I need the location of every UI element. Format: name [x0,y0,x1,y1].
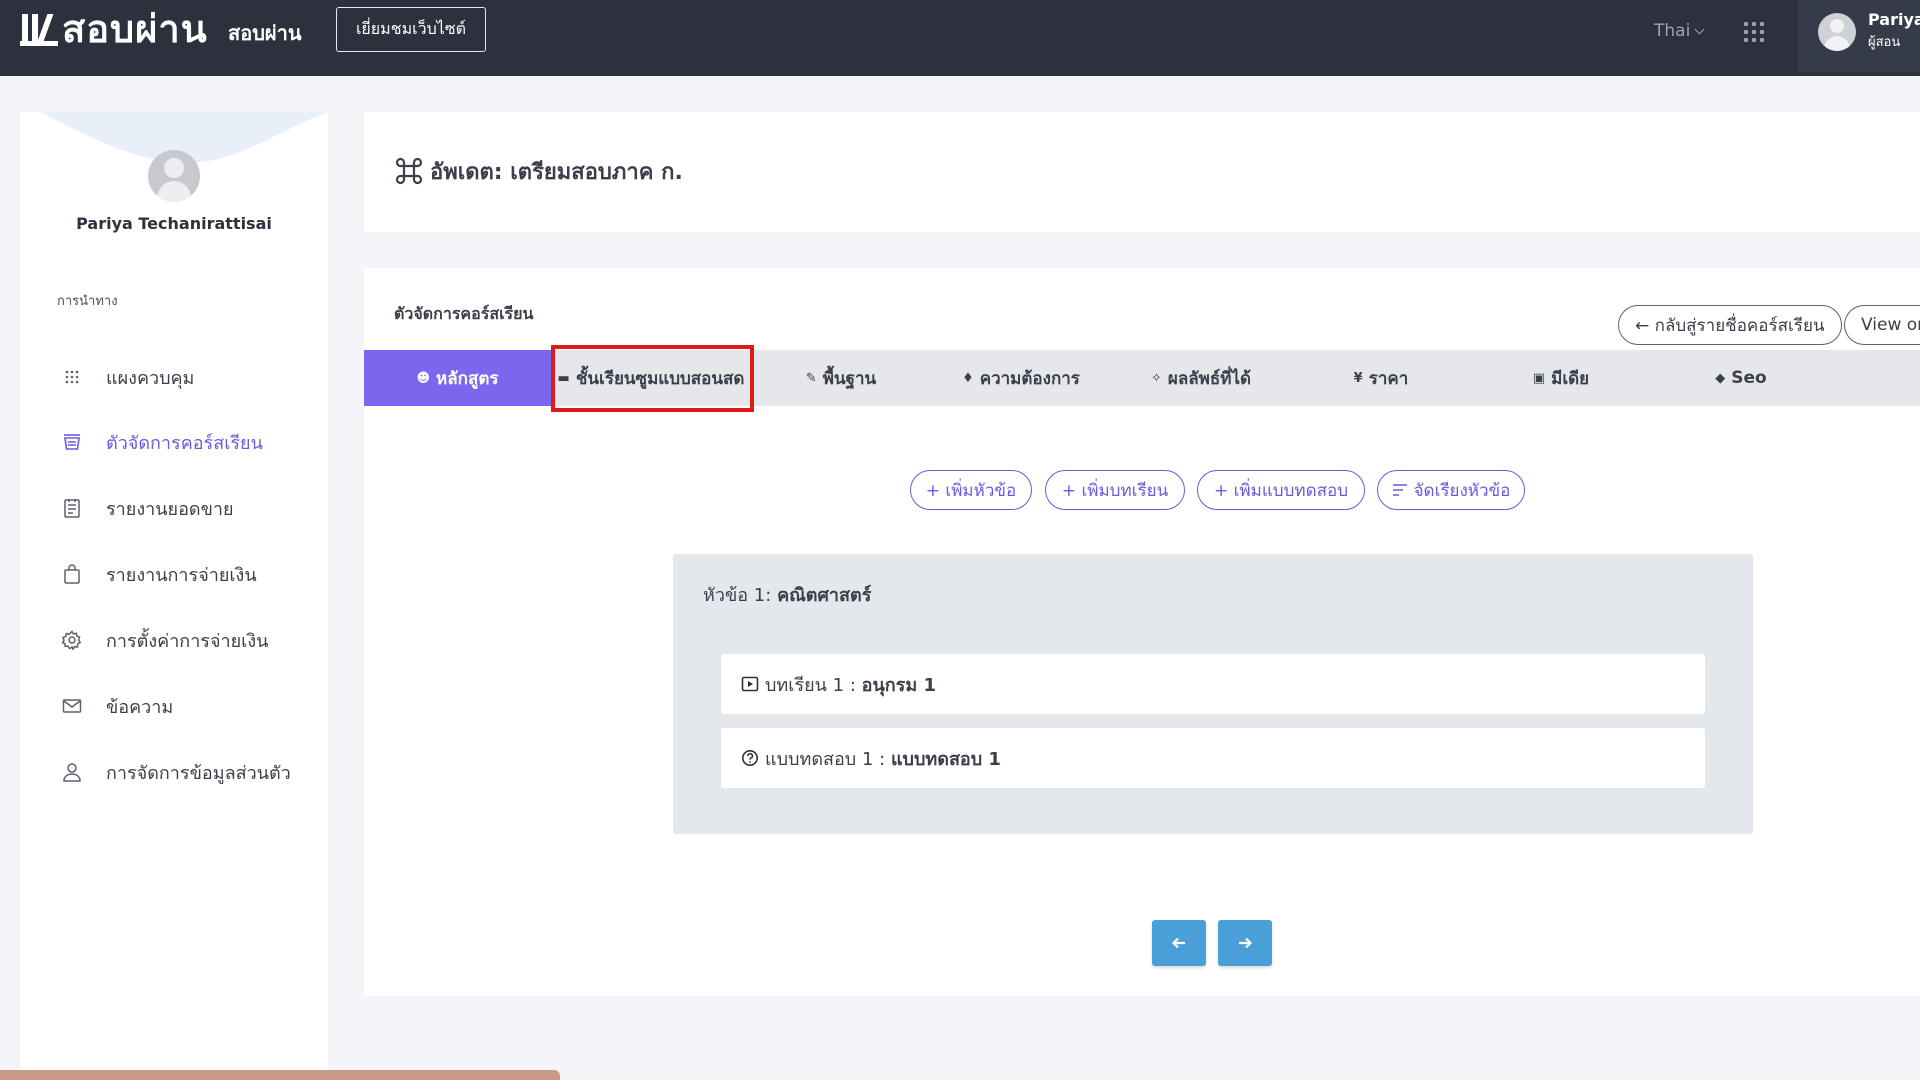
sidebar-item-label: ข้อความ [106,696,174,718]
tab-media[interactable]: ▣ มีเดีย [1471,350,1651,406]
sidebar-item-messages[interactable]: ข้อความ [60,686,320,726]
tab-label: ความต้องการ [979,368,1080,389]
add-lesson-button[interactable]: + เพิ่มบทเรียน [1045,470,1185,510]
arrow-left-icon [1172,937,1185,949]
sidebar-item-label: รายงานยอดขาย [106,498,234,520]
tab-label: พื้นฐาน [822,368,877,389]
section-heading: ตัวจัดการคอร์สเรียน [394,304,534,323]
sidebar-item-sales-report[interactable]: รายงานยอดขาย [60,488,320,528]
sidebar-item-profile[interactable]: การจัดการข้อมูลส่วนตัว [60,752,320,792]
gear-icon [60,628,84,652]
sidebar-item-label: ตัวจัดการคอร์สเรียน [106,432,263,454]
lesson-prefix: บทเรียน 1 : [765,674,856,696]
tab-outcomes[interactable]: ✧ ผลลัพธ์ที่ได้ [1111,350,1291,406]
sidebar: Pariya Techanirattisai การนำทาง แผงควบคุ… [20,112,328,1080]
bell-icon: ♦ [962,370,974,386]
logo-mark-icon [20,10,58,46]
pencil-icon: ✎ [805,370,817,386]
arrow-right-icon [1239,937,1252,949]
sidebar-item-label: รายงานการจ่ายเงิน [106,564,257,586]
language-selector[interactable]: Thai [1654,21,1705,41]
user-role: ผู้สอน [1868,35,1901,50]
quiz-name: แบบทดสอบ 1 [890,748,1001,770]
mail-icon [60,694,84,718]
lesson-row[interactable]: บทเรียน 1 : อนุกรม 1 [721,654,1705,714]
target-icon: ✧ [1150,370,1162,386]
quiz-prefix: แบบทดสอบ 1 : [765,748,886,770]
media-icon: ▣ [1532,370,1546,386]
tab-seo[interactable]: ◆ Seo [1651,350,1831,406]
back-to-courses-button[interactable]: ← กลับสู่รายชื่อคอร์สเรียน [1618,305,1842,345]
sort-topics-button[interactable]: จัดเรียงหัวข้อ [1377,470,1525,510]
logo-text: สอบผ่าน [62,6,208,51]
tag-icon: ◆ [1715,370,1726,386]
tab-pricing[interactable]: ¥ ราคา [1291,350,1471,406]
topic-name: คณิตศาสตร์ [777,585,872,606]
tab-label: ราคา [1368,368,1409,389]
page-title: อัพเดต: เตรียมสอบภาค ก. [430,160,683,185]
tab-label: มีเดีย [1551,368,1590,389]
report-icon [60,496,84,520]
visit-website-button[interactable]: เยี่ยมชมเว็บไซต์ [336,7,486,52]
site-name[interactable]: สอบผ่าน [228,17,302,49]
logo[interactable]: สอบผ่าน [20,4,208,52]
question-icon [742,750,758,766]
add-topic-button[interactable]: + เพิ่มหัวข้อ [910,470,1032,510]
add-quiz-label: + เพิ่มแบบทดสอบ [1213,480,1349,501]
user-icon [60,760,84,784]
topic-title[interactable]: หัวข้อ 1: คณิตศาสตร์ [703,580,871,609]
sidebar-item-label: การจัดการข้อมูลส่วนตัว [106,762,291,784]
sidebar-item-label: การตั้งค่าการจ่ายเงิน [106,630,269,652]
nav-heading: การนำทาง [57,294,118,309]
sidebar-item-label: แผงควบคุม [106,367,195,389]
view-online-button[interactable]: View or [1844,305,1920,345]
bottom-notification-strip [0,1070,560,1080]
page-header-card: อัพเดต: เตรียมสอบภาค ก. [364,112,1920,232]
yen-icon: ¥ [1353,370,1363,386]
next-button[interactable] [1218,920,1272,966]
play-icon [741,676,759,692]
tab-curriculum[interactable]: ☻ หลักสูตร [364,350,551,406]
sidebar-user-name: Pariya Techanirattisai [76,214,272,233]
tab-basic[interactable]: ✎ พื้นฐาน [751,350,931,406]
topic-prefix: หัวข้อ 1: [703,585,772,606]
tab-label: Seo [1731,368,1767,388]
tab-label: หลักสูตร [436,368,499,389]
user-circle-icon: ☻ [416,370,431,386]
topic-panel: หัวข้อ 1: คณิตศาสตร์ บทเรียน 1 : อนุกรม … [673,554,1753,834]
sidebar-item-course-manager[interactable]: ตัวจัดการคอร์สเรียน [60,422,320,462]
top-navbar: สอบผ่าน สอบผ่าน เยี่ยมชมเว็บไซต์ Thai Pa… [0,0,1920,76]
tab-label: ผลลัพธ์ที่ได้ [1167,368,1252,389]
sidebar-item-dashboard[interactable]: แผงควบคุม [60,357,320,397]
sort-topics-label: จัดเรียงหัวข้อ [1413,480,1511,501]
dots-grid-icon [60,365,84,389]
command-icon [395,157,423,185]
chevron-down-icon [1694,24,1705,34]
previous-button[interactable] [1152,920,1206,966]
bag-icon [60,562,84,586]
sidebar-item-payment-report[interactable]: รายงานการจ่ายเงิน [60,554,320,594]
course-icon [60,430,84,454]
add-quiz-button[interactable]: + เพิ่มแบบทดสอบ [1197,470,1365,510]
sidebar-avatar [148,150,200,202]
tab-requirements[interactable]: ♦ ความต้องการ [931,350,1111,406]
apps-grid-icon[interactable] [1744,22,1764,42]
avatar [1818,13,1856,51]
user-name: Pariya [1868,10,1920,29]
highlight-annotation [551,345,754,412]
quiz-row[interactable]: แบบทดสอบ 1 : แบบทดสอบ 1 [721,728,1705,788]
language-label: Thai [1654,21,1691,41]
lesson-name: อนุกรม 1 [861,674,937,696]
user-menu[interactable]: Pariya ผู้สอน [1798,0,1920,72]
sort-icon [1392,484,1407,496]
sidebar-item-payment-settings[interactable]: การตั้งค่าการจ่ายเงิน [60,620,320,660]
